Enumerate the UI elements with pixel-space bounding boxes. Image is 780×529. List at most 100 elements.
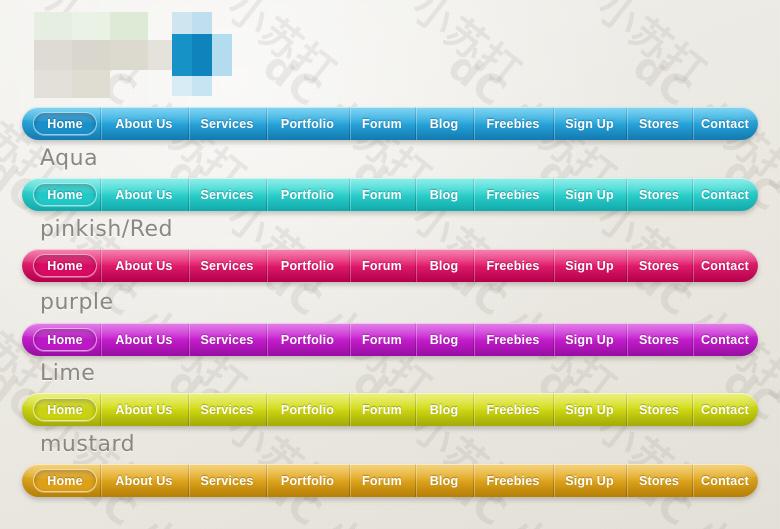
nav-item-portfolio[interactable]: Portfolio	[266, 249, 349, 282]
nav-item-freebies[interactable]: Freebies	[473, 107, 553, 140]
nav-item-about-us[interactable]: About Us	[100, 249, 188, 282]
nav-item-home[interactable]: Home	[22, 107, 100, 140]
nav-item-portfolio[interactable]: Portfolio	[266, 323, 349, 356]
pixelated-logo-mosaic	[34, 12, 254, 98]
nav-item-stores[interactable]: Stores	[626, 323, 692, 356]
nav-item-sign-up[interactable]: Sign Up	[553, 464, 626, 497]
nav-item-contact[interactable]: Contact	[692, 464, 758, 497]
nav-item-active-pill[interactable]: Home	[33, 183, 97, 206]
nav-item-forum[interactable]: Forum	[349, 323, 415, 356]
logo-mosaic-block	[110, 12, 148, 40]
nav-item-label: Freebies	[486, 473, 540, 488]
nav-item-about-us[interactable]: About Us	[100, 393, 188, 426]
nav-item-freebies[interactable]: Freebies	[473, 323, 553, 356]
nav-item-forum[interactable]: Forum	[349, 178, 415, 211]
navbar-pinkish-red: Home About Us Services Portfolio Forum Blog Fr…	[22, 249, 758, 282]
navbar-section-label-aqua: Aqua	[40, 146, 99, 171]
nav-item-blog[interactable]: Blog	[415, 249, 473, 282]
nav-item-sign-up[interactable]: Sign Up	[553, 178, 626, 211]
nav-item-label: Blog	[429, 116, 459, 131]
nav-item-portfolio[interactable]: Portfolio	[266, 393, 349, 426]
nav-item-about-us[interactable]: About Us	[100, 107, 188, 140]
nav-item-label: Contact	[701, 258, 749, 273]
nav-item-label: About Us	[115, 402, 173, 417]
nav-item-home[interactable]: Home	[22, 464, 100, 497]
nav-item-label: Contact	[701, 402, 749, 417]
nav-item-portfolio[interactable]: Portfolio	[266, 178, 349, 211]
nav-item-forum[interactable]: Forum	[349, 393, 415, 426]
nav-item-sign-up[interactable]: Sign Up	[553, 393, 626, 426]
nav-item-forum[interactable]: Forum	[349, 249, 415, 282]
nav-item-label: Blog	[429, 473, 459, 488]
nav-item-freebies[interactable]: Freebies	[473, 249, 553, 282]
nav-item-services[interactable]: Services	[188, 464, 266, 497]
nav-item-forum[interactable]: Forum	[349, 107, 415, 140]
nav-item-active-pill[interactable]: Home	[33, 254, 97, 277]
nav-item-active-pill[interactable]: Home	[33, 328, 97, 351]
nav-item-label: Services	[200, 473, 254, 488]
nav-item-blog[interactable]: Blog	[415, 464, 473, 497]
nav-item-active-pill[interactable]: Home	[33, 112, 97, 135]
nav-item-stores[interactable]: Stores	[626, 393, 692, 426]
nav-item-home[interactable]: Home	[22, 178, 100, 211]
nav-item-label: Blog	[429, 332, 459, 347]
logo-mosaic-block	[72, 12, 110, 40]
nav-item-stores[interactable]: Stores	[626, 249, 692, 282]
nav-item-stores[interactable]: Stores	[626, 178, 692, 211]
nav-item-label: Contact	[701, 332, 749, 347]
nav-item-services[interactable]: Services	[188, 393, 266, 426]
nav-item-label: Freebies	[486, 258, 540, 273]
nav-item-label: Blog	[429, 187, 459, 202]
nav-item-label: Home	[47, 187, 83, 202]
nav-item-portfolio[interactable]: Portfolio	[266, 464, 349, 497]
nav-item-label: Forum	[362, 402, 402, 417]
navbar-block-pinkish-red: Home About Us Services Portfolio Forum Blog Fr…	[0, 249, 780, 282]
nav-item-contact[interactable]: Contact	[692, 249, 758, 282]
nav-item-portfolio[interactable]: Portfolio	[266, 107, 349, 140]
nav-item-blog[interactable]: Blog	[415, 323, 473, 356]
nav-item-label: Services	[200, 187, 254, 202]
logo-mosaic-block	[34, 12, 72, 40]
logo-mosaic-block	[192, 34, 212, 76]
nav-item-services[interactable]: Services	[188, 249, 266, 282]
nav-item-contact[interactable]: Contact	[692, 178, 758, 211]
nav-item-freebies[interactable]: Freebies	[473, 393, 553, 426]
navbar-block-lime: Home About Us Services Portfolio Forum Blog Fr…	[0, 393, 780, 426]
nav-item-label: About Us	[115, 187, 173, 202]
nav-item-stores[interactable]: Stores	[626, 107, 692, 140]
nav-item-services[interactable]: Services	[188, 323, 266, 356]
nav-item-home[interactable]: Home	[22, 393, 100, 426]
nav-item-label: Sign Up	[565, 402, 614, 417]
nav-item-contact[interactable]: Contact	[692, 107, 758, 140]
nav-item-services[interactable]: Services	[188, 178, 266, 211]
nav-item-sign-up[interactable]: Sign Up	[553, 323, 626, 356]
nav-item-label: Stores	[638, 116, 680, 131]
nav-item-home[interactable]: Home	[22, 249, 100, 282]
nav-item-about-us[interactable]: About Us	[100, 178, 188, 211]
nav-item-blog[interactable]: Blog	[415, 178, 473, 211]
nav-item-label: Blog	[429, 402, 459, 417]
nav-item-about-us[interactable]: About Us	[100, 464, 188, 497]
nav-item-label: Forum	[362, 473, 402, 488]
nav-item-about-us[interactable]: About Us	[100, 323, 188, 356]
nav-item-freebies[interactable]: Freebies	[473, 178, 553, 211]
nav-item-label: Portfolio	[280, 258, 335, 273]
nav-item-forum[interactable]: Forum	[349, 464, 415, 497]
nav-item-home[interactable]: Home	[22, 323, 100, 356]
nav-item-label: Home	[47, 402, 83, 417]
nav-item-contact[interactable]: Contact	[692, 323, 758, 356]
nav-item-stores[interactable]: Stores	[626, 464, 692, 497]
nav-item-label: Services	[200, 402, 254, 417]
nav-item-sign-up[interactable]: Sign Up	[553, 249, 626, 282]
nav-item-label: Sign Up	[565, 116, 614, 131]
nav-item-freebies[interactable]: Freebies	[473, 464, 553, 497]
nav-item-sign-up[interactable]: Sign Up	[553, 107, 626, 140]
nav-item-blog[interactable]: Blog	[415, 393, 473, 426]
nav-item-blog[interactable]: Blog	[415, 107, 473, 140]
nav-item-active-pill[interactable]: Home	[33, 469, 97, 492]
nav-item-contact[interactable]: Contact	[692, 393, 758, 426]
nav-item-active-pill[interactable]: Home	[33, 398, 97, 421]
nav-item-label: Sign Up	[565, 258, 614, 273]
nav-item-services[interactable]: Services	[188, 107, 266, 140]
nav-item-label: Sign Up	[565, 473, 614, 488]
